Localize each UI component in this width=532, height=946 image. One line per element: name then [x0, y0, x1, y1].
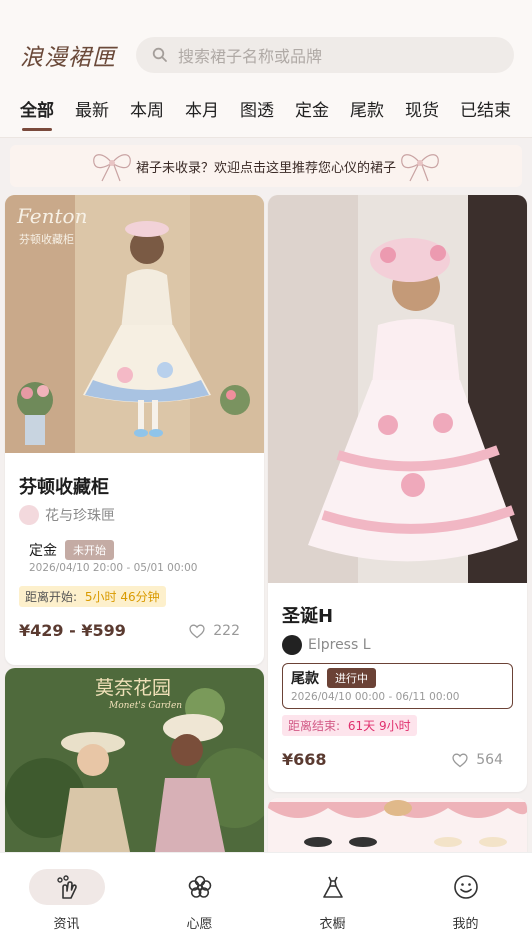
tab-in-stock[interactable]: 现货 [405, 96, 439, 121]
shop-name: 花与珍珠匣 [45, 508, 115, 524]
product-card[interactable]: 莫奈花园 Monet's Garden [5, 668, 264, 852]
status-badge: 未开始 [65, 540, 114, 560]
profile-smile-icon [453, 875, 478, 899]
nav-wardrobe-label: 衣橱 [319, 917, 346, 932]
shop-avatar [282, 635, 302, 655]
news-hand-icon [56, 875, 77, 899]
tab-previews[interactable]: 图透 [240, 96, 274, 121]
tab-balance[interactable]: 尾款 [350, 96, 384, 121]
dress-illustration: Fenton 芬顿收藏柜 [5, 195, 264, 453]
bow-left-icon [93, 154, 131, 182]
nav-profile-label: 我的 [452, 917, 479, 932]
price: ¥668 [282, 750, 327, 769]
countdown-label: 距离结束: [288, 719, 341, 733]
tab-ended[interactable]: 已结束 [460, 96, 511, 121]
tab-deposit[interactable]: 定金 [295, 96, 329, 121]
phase-box: 尾款 进行中 2026/04/10 00:00 - 06/11 00:00 [282, 663, 513, 709]
product-card[interactable]: Fenton 芬顿收藏柜 芬顿收藏柜 花与珍珠匣 定金 未开始 2026/04/… [5, 195, 264, 665]
recommend-banner[interactable]: 裙子未收录？欢迎点击这里推荐您心仪的裙子 [10, 145, 522, 187]
tab-this-month[interactable]: 本月 [185, 96, 219, 121]
heart-icon [189, 624, 205, 638]
tab-all[interactable]: 全部 [20, 96, 54, 131]
product-card[interactable] [268, 798, 527, 852]
phase-label: 尾款 [291, 671, 319, 687]
search-placeholder: 搜索裙子名称或品牌 [178, 47, 323, 66]
svg-text:芬顿收藏柜: 芬顿收藏柜 [19, 232, 74, 246]
wardrobe-dress-icon [322, 876, 343, 898]
category-tabs: 全部 最新 本周 本月 图透 定金 尾款 现货 已结束 [0, 80, 532, 138]
shop-info[interactable]: 花与珍珠匣 [19, 505, 115, 525]
nav-wish[interactable]: 心愿 [133, 853, 266, 946]
dress-illustration [268, 195, 527, 583]
product-image [268, 798, 527, 852]
product-image [268, 195, 527, 583]
bottom-nav: 资讯 心愿 衣橱 我的 [0, 852, 532, 946]
countdown: 距离结束: 61天 9小时 [282, 715, 417, 736]
like-count: 222 [213, 623, 240, 639]
svg-text:莫奈花园: 莫奈花园 [95, 677, 171, 699]
heart-icon [452, 753, 468, 767]
countdown-label: 距离开始: [25, 590, 78, 604]
phase-row: 尾款 进行中 [291, 668, 376, 688]
nav-wardrobe-icon-wrap [295, 869, 371, 905]
wish-flower-icon [188, 875, 211, 898]
nav-news-label: 资讯 [53, 917, 80, 932]
search-bar[interactable]: 搜索裙子名称或品牌 [136, 37, 514, 73]
like-button[interactable]: 564 [452, 752, 503, 768]
nav-wish-icon-wrap [162, 869, 238, 905]
svg-text:Fenton: Fenton [16, 204, 87, 228]
phase-row: 定金 未开始 [29, 540, 114, 560]
search-icon [152, 47, 167, 62]
banner-text: 裙子未收录？欢迎点击这里推荐您心仪的裙子 [135, 160, 396, 176]
bow-right-icon [401, 154, 439, 182]
sale-date: 2026/04/10 20:00 - 05/01 00:00 [29, 562, 198, 574]
status-badge: 进行中 [327, 668, 376, 688]
tab-this-week[interactable]: 本周 [130, 96, 164, 121]
shop-avatar [19, 505, 39, 525]
status-bar [0, 0, 532, 30]
phase-label: 定金 [29, 543, 57, 559]
like-count: 564 [476, 752, 503, 768]
svg-text:Monet's Garden: Monet's Garden [108, 701, 182, 711]
shop-name: Elpress L [308, 637, 371, 653]
nav-profile[interactable]: 我的 [399, 853, 532, 946]
sale-date: 2026/04/10 00:00 - 06/11 00:00 [291, 691, 460, 703]
countdown-value: 5小时 46分钟 [84, 590, 160, 604]
like-button[interactable]: 222 [189, 623, 240, 639]
tab-latest[interactable]: 最新 [75, 96, 109, 121]
nav-news-icon-wrap [28, 869, 105, 905]
nav-wardrobe[interactable]: 衣橱 [266, 853, 399, 946]
nav-profile-icon-wrap [428, 869, 504, 905]
app-logo: 浪漫裙匣 [20, 45, 116, 71]
product-image: Fenton 芬顿收藏柜 [5, 195, 264, 453]
price: ¥429 - ¥599 [19, 621, 126, 640]
nav-news[interactable]: 资讯 [0, 853, 133, 946]
product-card[interactable]: 圣诞H Elpress L 尾款 进行中 2026/04/10 00:00 - … [268, 195, 527, 792]
shop-info[interactable]: Elpress L [282, 635, 371, 655]
countdown: 距离开始: 5小时 46分钟 [19, 586, 166, 607]
countdown-value: 61天 9小时 [347, 719, 411, 733]
app-header: 浪漫裙匣 搜索裙子名称或品牌 [0, 30, 532, 80]
nav-wish-label: 心愿 [186, 917, 213, 932]
card-title: 圣诞H [282, 606, 334, 627]
card-title: 芬顿收藏柜 [19, 477, 109, 498]
product-image: 莫奈花园 Monet's Garden [5, 668, 264, 852]
